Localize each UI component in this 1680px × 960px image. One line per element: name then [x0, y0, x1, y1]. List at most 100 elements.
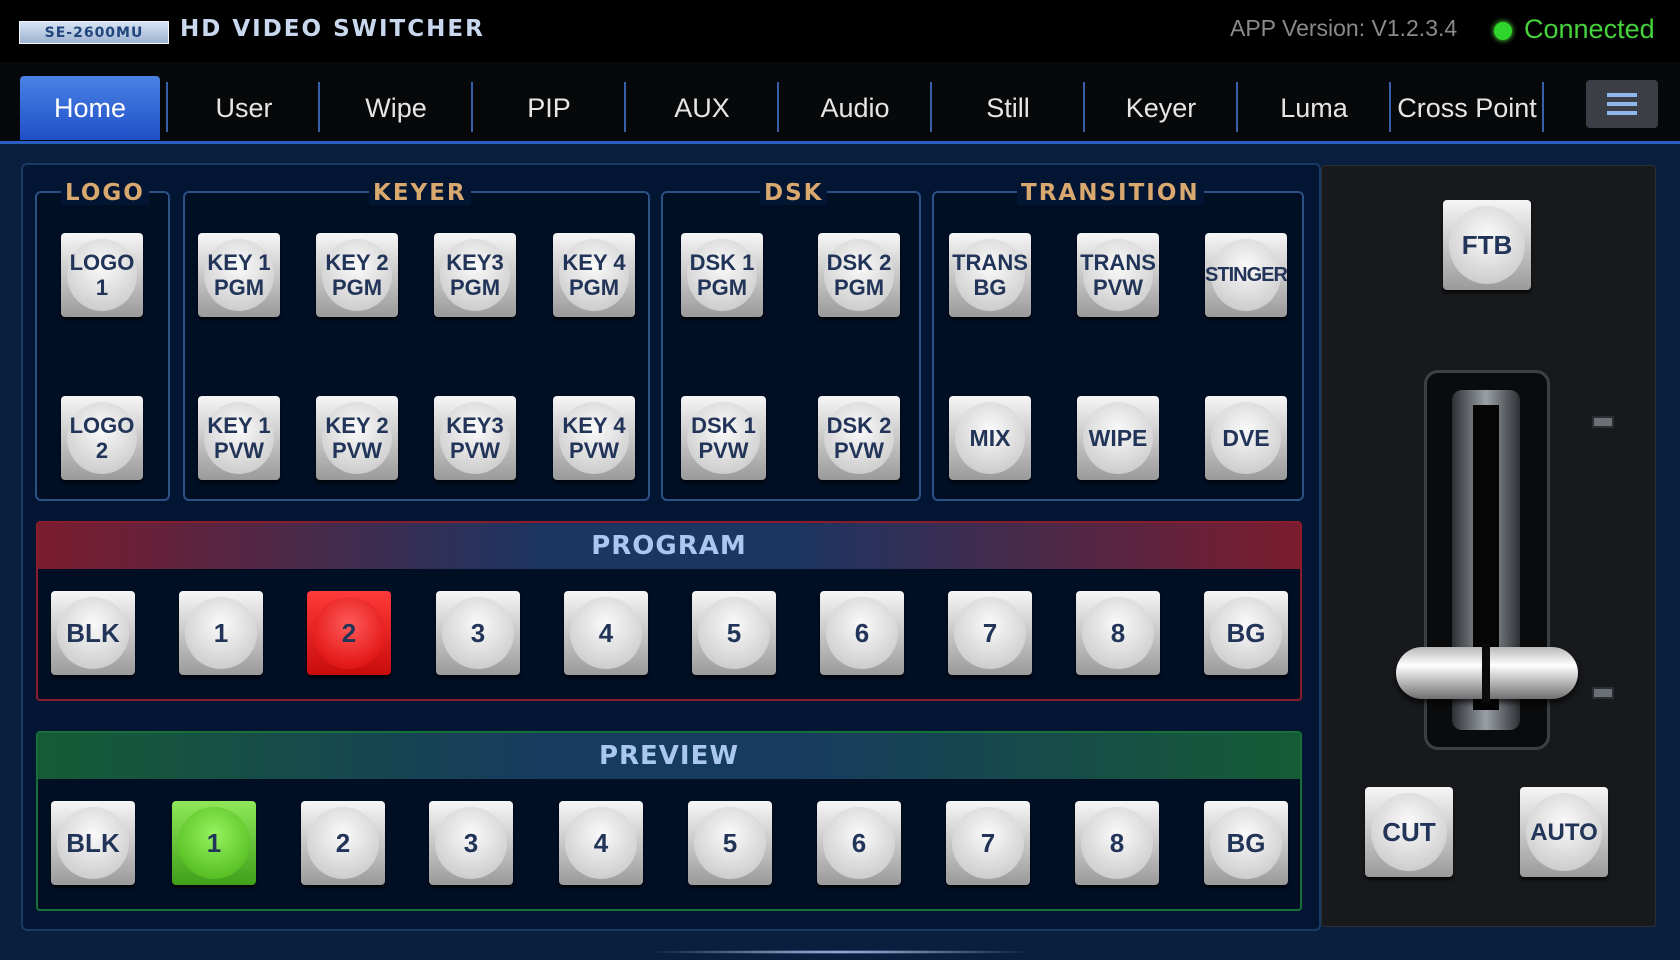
program-input-6-label: 6	[854, 617, 870, 648]
program-input-8-label: 8	[1110, 617, 1126, 648]
program-input-8-button[interactable]: 8	[1076, 591, 1160, 675]
cut-button[interactable]: CUT	[1365, 787, 1453, 877]
dsk1-pvw-button[interactable]: DSK 1 PVW	[681, 396, 766, 480]
tab-aux[interactable]: AUX	[628, 76, 776, 140]
trans-bg-button[interactable]: TRANS BG	[949, 233, 1031, 317]
key4-pgm-label: KEY 4 PGM	[562, 250, 626, 300]
tab-audio[interactable]: Audio	[781, 76, 929, 140]
preview-bus-title: PREVIEW	[38, 733, 1300, 779]
auto-label: AUTO	[1530, 818, 1598, 846]
preview-blk-button[interactable]: BLK	[51, 801, 135, 885]
key1-pgm-label: KEY 1 PGM	[207, 250, 271, 300]
dve-label: DVE	[1222, 424, 1270, 451]
key1-pvw-label: KEY 1 PVW	[207, 413, 271, 463]
connection-status-dot-icon	[1494, 22, 1512, 40]
program-input-4-label: 4	[598, 617, 614, 648]
cut-label: CUT	[1382, 816, 1436, 847]
preview-bg-button[interactable]: BG	[1204, 801, 1288, 885]
connection-status: Connected	[1524, 14, 1655, 44]
trans-pvw-button[interactable]: TRANS PVW	[1077, 233, 1159, 317]
tab-cross-point[interactable]: Cross Point	[1393, 76, 1541, 140]
tab-divider	[624, 82, 626, 132]
program-input-7-label: 7	[982, 617, 998, 648]
program-input-3-button[interactable]: 3	[436, 591, 520, 675]
tab-divider	[1542, 82, 1544, 132]
tab-divider	[1389, 82, 1391, 132]
key1-pvw-button[interactable]: KEY 1 PVW	[198, 396, 280, 480]
ftb-button[interactable]: FTB	[1443, 200, 1531, 290]
key2-pvw-button[interactable]: KEY 2 PVW	[316, 396, 398, 480]
program-input-1-button[interactable]: 1	[179, 591, 263, 675]
dsk1-pgm-button[interactable]: DSK 1 PGM	[681, 233, 763, 317]
preview-input-3-button[interactable]: 3	[429, 801, 513, 885]
t-bar-bottom-indicator	[1592, 687, 1614, 699]
stinger-label: STINGER	[1205, 263, 1288, 286]
wipe-button[interactable]: WIPE	[1077, 396, 1159, 480]
trans-bg-label: TRANS BG	[952, 250, 1028, 300]
trans-pvw-label: TRANS PVW	[1080, 250, 1156, 300]
preview-input-1-button[interactable]: 1	[172, 801, 256, 885]
preview-input-5-button[interactable]: 5	[688, 801, 772, 885]
auto-button[interactable]: AUTO	[1520, 787, 1608, 877]
keyer-group-title: KEYER	[369, 181, 471, 205]
menu-button[interactable]	[1586, 80, 1658, 128]
preview-input-6-button[interactable]: 6	[817, 801, 901, 885]
preview-input-7-label: 7	[980, 827, 996, 858]
tab-user[interactable]: User	[170, 76, 318, 140]
model-badge: SE-2600MU	[19, 21, 169, 44]
key2-pgm-label: KEY 2 PGM	[325, 250, 389, 300]
key2-pgm-button[interactable]: KEY 2 PGM	[316, 233, 398, 317]
tab-keyer[interactable]: Keyer	[1087, 76, 1235, 140]
program-bg-button[interactable]: BG	[1204, 591, 1288, 675]
t-bar-top-indicator	[1592, 416, 1614, 428]
transition-group-title: TRANSITION	[1017, 181, 1204, 205]
logo-1-label: LOGO 1	[69, 250, 135, 300]
dve-button[interactable]: DVE	[1205, 396, 1287, 480]
program-input-5-button[interactable]: 5	[692, 591, 776, 675]
app-version: APP Version: V1.2.3.4	[1230, 15, 1458, 41]
key4-pvw-label: KEY 4 PVW	[562, 413, 626, 463]
program-input-3-label: 3	[470, 617, 486, 648]
dsk2-pgm-label: DSK 2 PGM	[826, 250, 892, 300]
preview-input-4-button[interactable]: 4	[559, 801, 643, 885]
tab-divider	[471, 82, 473, 132]
tab-still[interactable]: Still	[934, 76, 1082, 140]
ftb-label: FTB	[1461, 229, 1513, 260]
app-title: HD VIDEO SWITCHER	[180, 16, 485, 42]
program-input-5-label: 5	[726, 617, 742, 648]
program-input-6-button[interactable]: 6	[820, 591, 904, 675]
program-input-1-label: 1	[213, 617, 229, 648]
key4-pvw-button[interactable]: KEY 4 PVW	[553, 396, 635, 480]
logo-group-title: LOGO	[61, 181, 149, 205]
mix-button[interactable]: MIX	[949, 396, 1031, 480]
program-input-4-button[interactable]: 4	[564, 591, 648, 675]
mix-label: MIX	[969, 424, 1011, 451]
key3-pvw-button[interactable]: KEY3 PVW	[434, 396, 516, 480]
preview-input-2-button[interactable]: 2	[301, 801, 385, 885]
logo-2-button[interactable]: LOGO 2	[61, 396, 143, 480]
program-blk-button[interactable]: BLK	[51, 591, 135, 675]
program-input-2-label: 2	[341, 617, 357, 648]
preview-input-8-button[interactable]: 8	[1075, 801, 1159, 885]
tab-wipe[interactable]: Wipe	[322, 76, 470, 140]
stinger-button[interactable]: STINGER	[1205, 233, 1288, 317]
preview-input-4-label: 4	[593, 827, 609, 858]
program-input-2-button[interactable]: 2	[307, 591, 391, 675]
logo-1-button[interactable]: LOGO 1	[61, 233, 143, 317]
key1-pgm-button[interactable]: KEY 1 PGM	[198, 233, 280, 317]
dsk2-pgm-button[interactable]: DSK 2 PGM	[818, 233, 900, 317]
tab-divider	[1083, 82, 1085, 132]
preview-input-7-button[interactable]: 7	[946, 801, 1030, 885]
wipe-label: WIPE	[1088, 424, 1148, 451]
preview-input-1-label: 1	[206, 827, 222, 858]
tab-pip[interactable]: PIP	[475, 76, 623, 140]
preview-input-5-label: 5	[722, 827, 738, 858]
dsk2-pvw-button[interactable]: DSK 2 PVW	[818, 396, 900, 480]
program-input-7-button[interactable]: 7	[948, 591, 1032, 675]
tab-divider	[777, 82, 779, 132]
tab-home[interactable]: Home	[20, 76, 160, 140]
tab-luma[interactable]: Luma	[1240, 76, 1388, 140]
key3-pgm-button[interactable]: KEY3 PGM	[434, 233, 516, 317]
hamburger-menu-icon	[1607, 102, 1637, 106]
key4-pgm-button[interactable]: KEY 4 PGM	[553, 233, 635, 317]
